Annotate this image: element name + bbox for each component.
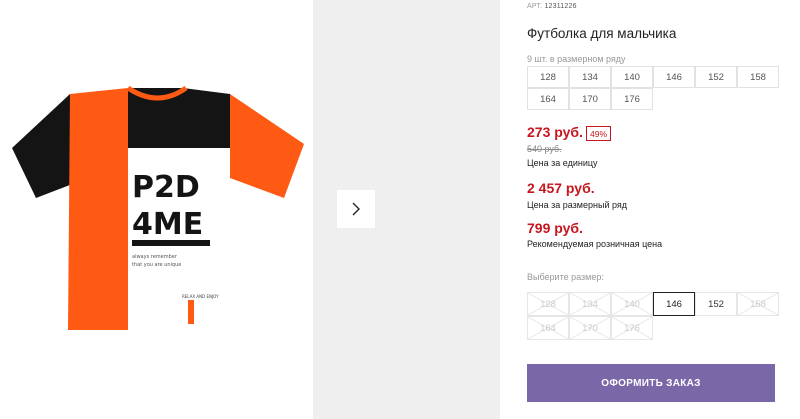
size-option-128: 128 [527, 292, 569, 316]
row-price: 2 457 руб. [527, 180, 595, 196]
size-option-152[interactable]: 152 [695, 292, 737, 316]
size-option-label: 146 [666, 298, 682, 310]
row-price-label: Цена за размерный ряд [527, 200, 628, 210]
size-option-label: 158 [750, 298, 766, 310]
product-title: Футболка для мальчика [527, 26, 677, 41]
order-button[interactable]: ОФОРМИТЬ ЗАКАЗ [527, 364, 775, 402]
size-option-label: 140 [624, 298, 640, 310]
size-row-cell: 152 [695, 66, 737, 88]
size-option-134: 134 [569, 292, 611, 316]
size-row-cell: 146 [653, 66, 695, 88]
size-row-cell: 134 [569, 66, 611, 88]
discount-badge: 49% [586, 126, 612, 141]
choose-size-label: Выберите размер: [527, 272, 604, 282]
unit-price: 273 руб. [527, 124, 583, 140]
product-image: P2D 4ME always remember that you are uni… [12, 86, 304, 330]
print-line2: 4ME [132, 207, 203, 242]
chevron-right-icon [352, 202, 360, 216]
size-option-170: 170 [569, 316, 611, 340]
size-row-cell: 128 [527, 66, 569, 88]
size-row-cell: 140 [611, 66, 653, 88]
size-option-146[interactable]: 146 [653, 292, 695, 316]
print-tag: RELAX AND ENJOY [182, 294, 219, 299]
size-row-cell: 158 [737, 66, 779, 88]
product-image-area: P2D 4ME always remember that you are uni… [0, 0, 313, 419]
size-option-158: 158 [737, 292, 779, 316]
size-option-label: 176 [624, 322, 640, 334]
print-small1: always remember [132, 254, 178, 260]
sku: АРТ. 12311226 [527, 3, 577, 10]
old-price: 540 руб. [527, 144, 562, 154]
size-row-note: 9 шт. в размерном ряду [527, 54, 626, 64]
size-option-label: 164 [540, 322, 556, 334]
retail-price-label: Рекомендуемая розничная цена [527, 239, 663, 249]
unit-price-label: Цена за единицу [527, 158, 598, 168]
print-small2: that you are unique [132, 262, 181, 268]
next-image-button[interactable] [337, 190, 375, 228]
retail-price: 799 руб. [527, 220, 583, 236]
size-option-140: 140 [611, 292, 653, 316]
size-option-label: 152 [708, 298, 724, 310]
size-option-label: 134 [582, 298, 598, 310]
size-row-cell: 170 [569, 88, 611, 110]
size-row-cell: 176 [611, 88, 653, 110]
size-row-cell: 164 [527, 88, 569, 110]
size-option-176: 176 [611, 316, 653, 340]
size-option-label: 170 [582, 322, 598, 334]
size-option-164: 164 [527, 316, 569, 340]
size-option-label: 128 [540, 298, 556, 310]
print-line1: P2D [132, 170, 200, 205]
